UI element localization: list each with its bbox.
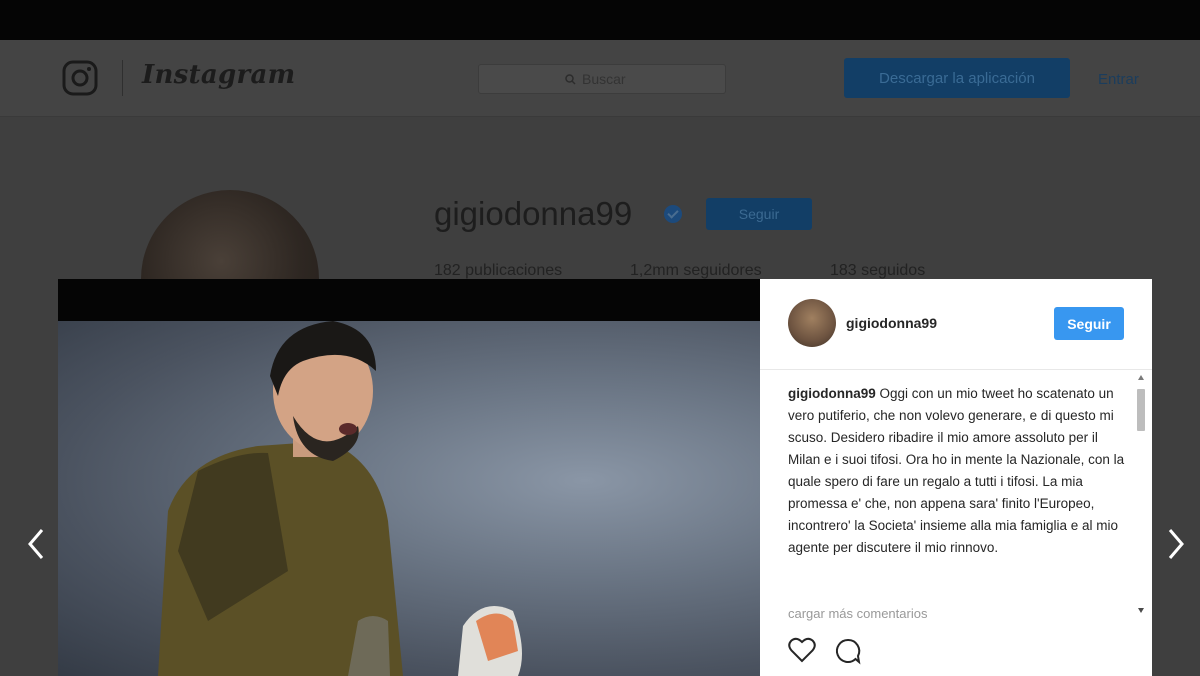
chevron-right-icon[interactable] <box>1162 526 1190 562</box>
post-photo <box>58 279 760 676</box>
stat-following-label: seguidos <box>861 262 926 279</box>
search-icon <box>565 73 576 85</box>
stat-followers[interactable]: 1,2mm seguidores <box>630 262 762 280</box>
verified-badge-icon <box>664 205 682 223</box>
login-link[interactable]: Entrar <box>1098 71 1139 88</box>
caption-area: gigiodonna99 Oggi con un mio tweet ho sc… <box>788 383 1128 603</box>
comment-icon[interactable] <box>834 637 862 665</box>
instagram-header: Instagram Buscar Descargar la aplicación… <box>0 40 1200 117</box>
download-app-button[interactable]: Descargar la aplicación <box>844 58 1070 98</box>
search-placeholder: Buscar <box>582 71 626 87</box>
heart-icon[interactable] <box>788 637 816 663</box>
post-follow-button[interactable]: Seguir <box>1054 307 1124 340</box>
chevron-left-icon[interactable] <box>22 526 50 562</box>
profile-username: gigiodonna99 <box>434 195 633 232</box>
scroll-thumb[interactable] <box>1137 389 1145 431</box>
stat-posts-value: 182 <box>434 262 461 279</box>
stat-following-value: 183 <box>830 262 857 279</box>
post-photo-image <box>58 321 760 676</box>
post-side-panel: gigiodonna99 Seguir gigiodonna99 Oggi co… <box>760 279 1152 676</box>
header-divider <box>122 60 123 96</box>
scroll-down-arrow-icon[interactable] <box>1138 608 1144 613</box>
caption-username[interactable]: gigiodonna99 <box>788 386 876 401</box>
stat-posts[interactable]: 182 publicaciones <box>434 262 562 280</box>
caption-scrollbar[interactable] <box>1134 375 1148 619</box>
browser-top-bar <box>0 0 1200 40</box>
instagram-wordmark[interactable]: Instagram <box>142 60 296 90</box>
post-author-avatar[interactable] <box>788 299 836 347</box>
stat-followers-label: seguidores <box>683 262 762 279</box>
stat-followers-value: 1,2mm <box>630 262 679 279</box>
instagram-logo-icon[interactable] <box>62 60 98 96</box>
stat-following[interactable]: 183 seguidos <box>830 262 925 280</box>
stat-posts-label: publicaciones <box>465 262 563 279</box>
goalkeeper-photo-illustration <box>158 321 522 676</box>
scroll-up-arrow-icon[interactable] <box>1138 375 1144 380</box>
post-actions <box>788 637 862 665</box>
profile-follow-button[interactable]: Seguir <box>706 198 812 230</box>
post-caption: gigiodonna99 Oggi con un mio tweet ho sc… <box>788 383 1128 559</box>
caption-text: Oggi con un mio tweet ho scatenato un ve… <box>788 386 1125 555</box>
search-input[interactable]: Buscar <box>478 64 726 94</box>
load-more-comments-link[interactable]: cargar más comentarios <box>788 606 927 621</box>
post-author-username[interactable]: gigiodonna99 <box>846 315 937 331</box>
post-header: gigiodonna99 Seguir <box>760 279 1152 370</box>
